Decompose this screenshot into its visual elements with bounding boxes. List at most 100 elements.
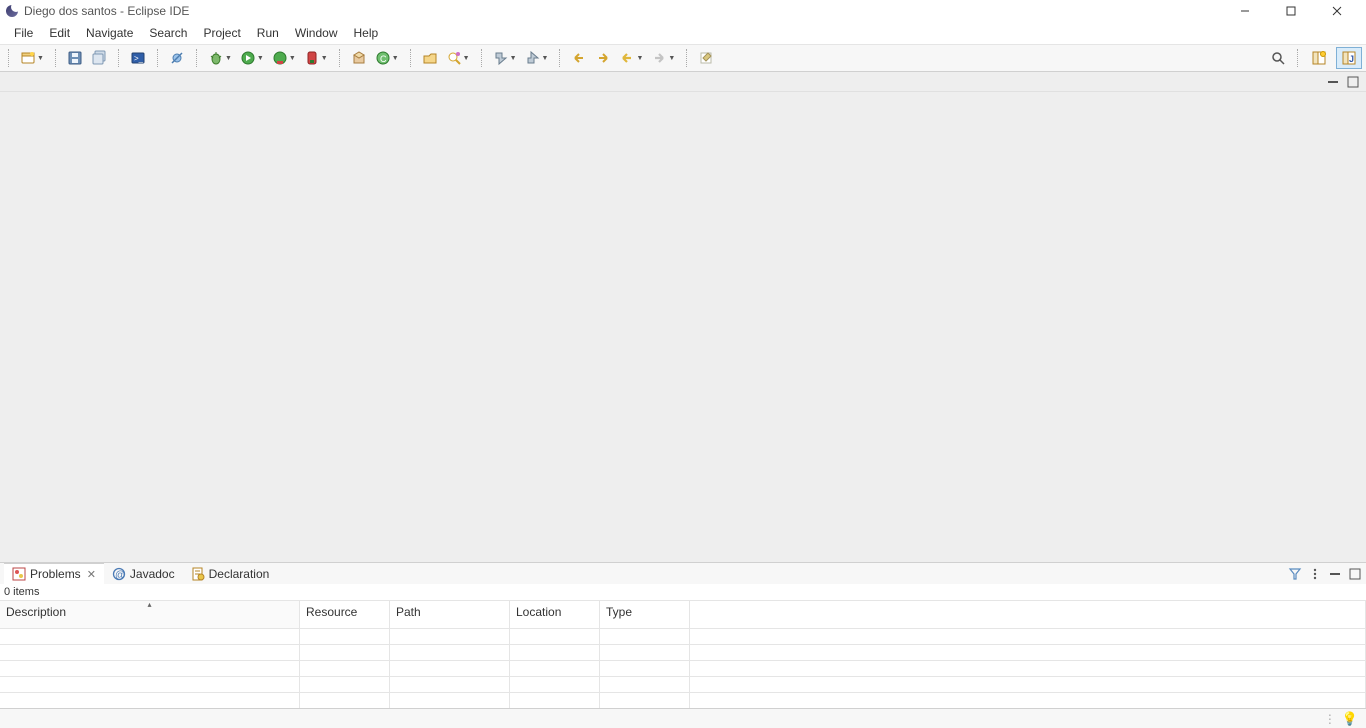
filter-icon[interactable] — [1288, 567, 1302, 581]
status-bar: ⋮ 💡 — [0, 708, 1366, 728]
bottom-view-tabs: Problems ✕ @ Javadoc Declaration — [0, 562, 1366, 584]
new-java-package-button[interactable] — [348, 47, 370, 69]
tab-javadoc[interactable]: @ Javadoc — [104, 563, 183, 585]
declaration-icon — [191, 567, 205, 581]
tip-bulb-icon[interactable]: 💡 — [1342, 711, 1358, 727]
problems-icon — [12, 567, 26, 581]
table-row — [0, 693, 1366, 709]
last-edit-location-button[interactable] — [568, 47, 590, 69]
column-path[interactable]: Path — [390, 601, 510, 629]
back-history-button[interactable]: ▼ — [616, 47, 646, 69]
editor-area — [0, 92, 1366, 562]
toolbar-separator — [686, 49, 687, 67]
menu-edit[interactable]: Edit — [41, 24, 78, 42]
terminal-button[interactable]: >_ — [127, 47, 149, 69]
menu-search[interactable]: Search — [141, 24, 195, 42]
column-description[interactable]: ▴ Description — [0, 601, 300, 629]
column-type-label: Type — [606, 605, 632, 619]
column-location-label: Location — [516, 605, 561, 619]
toolbar-separator — [8, 49, 9, 67]
next-annotation-button[interactable]: ▼ — [490, 47, 520, 69]
open-type-button[interactable] — [419, 47, 441, 69]
svg-text:>_: >_ — [134, 54, 144, 63]
last-edit-location-fwd-button[interactable] — [592, 47, 614, 69]
tab-problems-label: Problems — [30, 567, 81, 581]
column-type[interactable]: Type — [600, 601, 690, 629]
prev-annotation-button[interactable]: ▼ — [522, 47, 552, 69]
minimize-view-icon[interactable] — [1326, 75, 1340, 89]
javadoc-icon: @ — [112, 567, 126, 581]
new-java-class-button[interactable]: C ▼ — [372, 47, 402, 69]
column-resource[interactable]: Resource — [300, 601, 390, 629]
new-wizard-button[interactable]: ▼ — [17, 47, 47, 69]
menu-file[interactable]: File — [6, 24, 41, 42]
toolbar-right: J — [1267, 47, 1362, 69]
save-all-button[interactable] — [88, 47, 110, 69]
sort-asc-icon: ▴ — [147, 600, 151, 609]
tab-declaration-label: Declaration — [209, 567, 270, 581]
toolbar-separator — [1297, 49, 1298, 67]
toolbar-separator — [157, 49, 158, 67]
table-row — [0, 645, 1366, 661]
tab-declaration[interactable]: Declaration — [183, 563, 278, 585]
toolbar-separator — [481, 49, 482, 67]
column-description-label: Description — [6, 605, 66, 619]
problems-count-text: 0 items — [4, 586, 39, 598]
table-row — [0, 661, 1366, 677]
access-search-button[interactable] — [1267, 47, 1289, 69]
menu-run[interactable]: Run — [249, 24, 287, 42]
minimize-pane-icon[interactable] — [1328, 567, 1342, 581]
svg-text:@: @ — [115, 570, 125, 581]
maximize-button[interactable] — [1268, 0, 1314, 22]
coverage-button[interactable]: ▼ — [269, 47, 299, 69]
forward-history-button[interactable]: ▼ — [648, 47, 678, 69]
save-button[interactable] — [64, 47, 86, 69]
search-button[interactable]: ▼ — [443, 47, 473, 69]
status-drag-icon: ⋮ — [1324, 712, 1336, 726]
toolbar-separator — [55, 49, 56, 67]
main-toolbar: ▼ >_ ▼ — [0, 44, 1366, 72]
menu-bar: File Edit Navigate Search Project Run Wi… — [0, 22, 1366, 44]
view-toolbar — [1288, 567, 1362, 581]
maximize-view-icon[interactable] — [1346, 75, 1360, 89]
column-path-label: Path — [396, 605, 421, 619]
pin-editor-button[interactable] — [695, 47, 717, 69]
editor-tabstrip — [0, 72, 1366, 92]
column-location[interactable]: Location — [510, 601, 600, 629]
close-icon[interactable]: ✕ — [87, 568, 96, 581]
column-spacer — [690, 601, 1366, 629]
debug-button[interactable]: ▼ — [205, 47, 235, 69]
table-row — [0, 629, 1366, 645]
menu-project[interactable]: Project — [195, 24, 248, 42]
maximize-pane-icon[interactable] — [1348, 567, 1362, 581]
problems-table: ▴ Description Resource Path Location Typ… — [0, 600, 1366, 708]
toolbar-separator — [410, 49, 411, 67]
window-title: Diego dos santos - Eclipse IDE — [24, 4, 189, 18]
skip-breakpoints-button[interactable] — [166, 47, 188, 69]
tab-javadoc-label: Javadoc — [130, 567, 175, 581]
eclipse-app-icon — [6, 5, 18, 17]
window-title-wrap: Diego dos santos - Eclipse IDE — [6, 4, 1222, 18]
column-resource-label: Resource — [306, 605, 357, 619]
toolbar-separator — [339, 49, 340, 67]
svg-text:J: J — [1349, 54, 1354, 64]
menu-navigate[interactable]: Navigate — [78, 24, 141, 42]
view-menu-icon[interactable] — [1308, 567, 1322, 581]
open-perspective-button[interactable] — [1306, 47, 1332, 69]
tab-problems[interactable]: Problems ✕ — [4, 563, 104, 585]
menu-help[interactable]: Help — [346, 24, 387, 42]
menu-window[interactable]: Window — [287, 24, 346, 42]
run-last-tool-button[interactable]: ▼ — [301, 47, 331, 69]
title-bar: Diego dos santos - Eclipse IDE — [0, 0, 1366, 22]
run-button[interactable]: ▼ — [237, 47, 267, 69]
toolbar-separator — [196, 49, 197, 67]
close-button[interactable] — [1314, 0, 1360, 22]
toolbar-separator — [118, 49, 119, 67]
table-header: ▴ Description Resource Path Location Typ… — [0, 601, 1366, 629]
problems-count: 0 items — [0, 584, 1366, 600]
svg-text:C: C — [380, 54, 387, 64]
minimize-button[interactable] — [1222, 0, 1268, 22]
eclipse-window: Diego dos santos - Eclipse IDE File Edit… — [0, 0, 1366, 728]
java-perspective-button[interactable]: J — [1336, 47, 1362, 69]
table-row — [0, 677, 1366, 693]
